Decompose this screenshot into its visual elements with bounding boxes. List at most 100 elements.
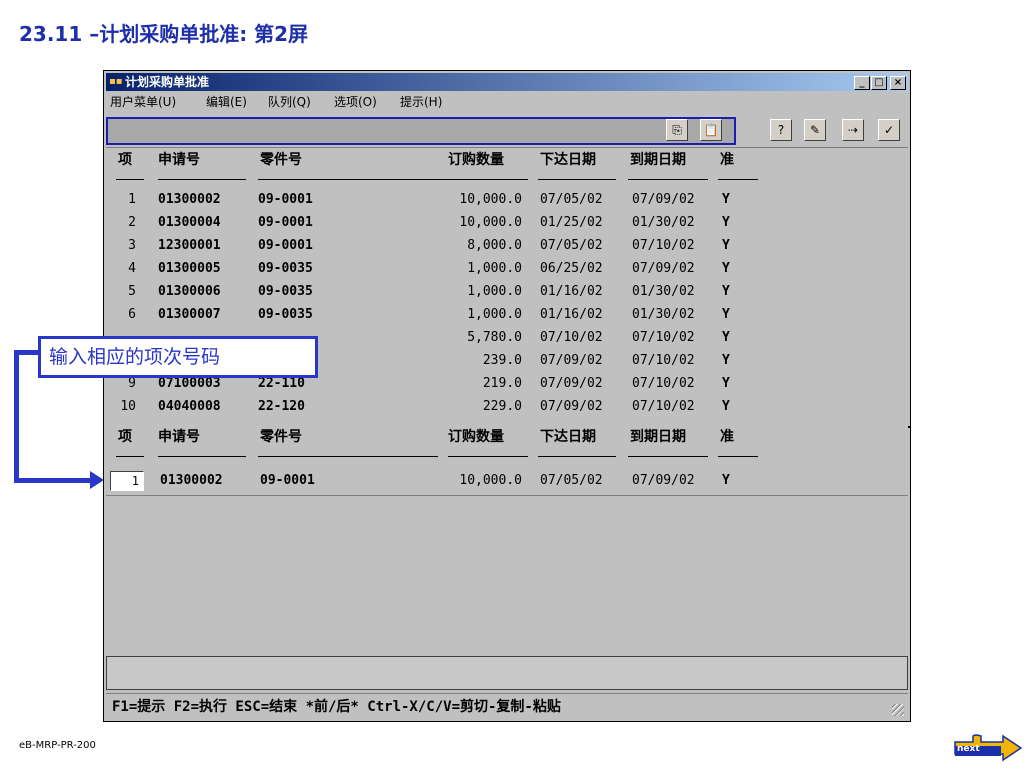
row-release-date: 01/16/02 [540,307,603,322]
table-row[interactable]: 6 01300007 09-0035 1,000.0 01/16/02 01/30/02 Y [106,305,906,325]
app-icon: ▪▪ [109,76,123,87]
row-approve: Y [722,353,730,368]
row-order-qty: 1,000.0 [467,307,522,322]
head-underline [116,179,144,180]
row-order-qty: 10,000.0 [459,192,522,207]
head-underline [258,456,438,457]
detail-pane: 项 申请号 零件号 订购数量 下达日期 到期日期 准 1 01300002 09… [106,426,908,494]
row-order-qty: 1,000.0 [467,261,522,276]
row-item: 4 [128,261,136,276]
row-request-no: 12300001 [158,238,221,253]
detail-col-approve: 准 [720,429,734,445]
col-due-date: 到期日期 [630,152,686,168]
table-row[interactable]: 3 12300001 09-0001 8,000.0 07/05/02 07/10/02 Y [106,236,906,256]
menu-queue[interactable]: 队列(Q) [268,93,311,111]
row-due-date: 01/30/02 [632,307,695,322]
row-order-qty: 8,000.0 [467,238,522,253]
window-titlebar[interactable]: ▪▪ 计划采购单批准 _ □ × [106,73,908,91]
row-release-date: 01/25/02 [540,215,603,230]
row-approve: Y [722,261,730,276]
row-part-no: 22-110 [258,376,305,391]
table-row[interactable]: 10 04040008 22-120 229.0 07/09/02 07/10/02 Y [106,397,906,417]
paste-icon[interactable]: 📋 [700,119,722,141]
row-approve: Y [722,399,730,414]
callout-connector [14,478,92,483]
row-part-no: 09-0035 [258,307,313,322]
head-underline [628,456,708,457]
lower-pane [106,495,908,656]
col-order-qty: 订购数量 [448,152,504,168]
row-due-date: 07/10/02 [632,353,695,368]
table-row[interactable]: 4 01300005 09-0035 1,000.0 06/25/02 07/09/02 Y [106,259,906,279]
item-number-input[interactable]: 1 [110,471,144,491]
col-request-no: 申请号 [158,152,200,168]
export-icon[interactable]: ⇢ [842,119,864,141]
detail-col-order-qty: 订购数量 [448,429,504,445]
detail-col-item: 项 [118,429,132,445]
row-item: 3 [128,238,136,253]
row-due-date: 07/09/02 [632,261,695,276]
edit-query-icon[interactable]: ✎ [804,119,826,141]
help-query-icon[interactable]: ? [770,119,792,141]
head-underline [448,179,528,180]
col-part-no: 零件号 [260,152,302,168]
row-due-date: 01/30/02 [632,284,695,299]
row-part-no: 09-0035 [258,284,313,299]
menu-help[interactable]: 提示(H) [400,93,442,111]
row-release-date: 07/10/02 [540,330,603,345]
row-part-no: 09-0001 [258,238,313,253]
row-request-no: 01300007 [158,307,221,322]
status-text: F1=提示 F2=执行 ESC=结束 *前/后* Ctrl-X/C/V=剪切-复… [112,699,561,715]
maximize-button[interactable]: □ [871,76,887,90]
row-request-no: 01300002 [158,192,221,207]
row-release-date: 01/16/02 [540,284,603,299]
menu-user[interactable]: 用户菜单(U) [110,93,176,111]
minimize-button[interactable]: _ [854,76,870,90]
toolbar-field [106,117,736,145]
col-approve: 准 [720,152,734,168]
row-request-no: 01300004 [158,215,221,230]
menu-edit[interactable]: 编辑(E) [206,93,247,111]
detail-col-request-no: 申请号 [158,429,200,445]
row-part-no: 09-0035 [258,261,313,276]
resize-grip[interactable] [892,704,904,716]
detail-order-qty: 10,000.0 [459,473,522,488]
head-underline [628,179,708,180]
row-part-no: 09-0001 [258,192,313,207]
detail-part-no: 09-0001 [260,473,315,488]
next-button[interactable]: next [953,732,1023,762]
table-row[interactable]: 2 01300004 09-0001 10,000.0 01/25/02 01/30/02… [106,213,906,233]
row-item: 10 [120,399,136,414]
menu-options[interactable]: 选项(O) [334,93,377,111]
table-row[interactable]: 5 01300006 09-0035 1,000.0 01/16/02 01/30/02 Y [106,282,906,302]
detail-request-no: 01300002 [160,473,223,488]
message-bar [106,656,908,690]
exit-icon[interactable]: ✓ [878,119,900,141]
row-release-date: 07/05/02 [540,238,603,253]
head-underline [538,179,616,180]
row-due-date: 07/09/02 [632,192,695,207]
row-due-date: 07/10/02 [632,376,695,391]
head-underline [116,456,144,457]
row-release-date: 07/09/02 [540,376,603,391]
table-row[interactable]: 1 01300002 09-0001 10,000.0 07/05/02 07/09/02… [106,190,906,210]
row-due-date: 07/10/02 [632,330,695,345]
slide-title: 23.11 –计划采购单批准: 第2屏 [19,22,309,46]
callout-box: 输入相应的项次号码 [38,336,318,378]
row-part-no: 22-120 [258,399,305,414]
row-part-no: 09-0001 [258,215,313,230]
row-approve: Y [722,238,730,253]
row-request-no: 01300005 [158,261,221,276]
row-release-date: 07/05/02 [540,192,603,207]
row-item: 1 [128,192,136,207]
head-underline [448,456,528,457]
row-due-date: 07/10/02 [632,399,695,414]
toolbar: ⎘ 📋 ? ✎ ⇢ ✓ [104,115,910,145]
callout-connector [14,350,40,355]
row-order-qty: 5,780.0 [467,330,522,345]
row-order-qty: 219.0 [482,376,522,391]
head-underline [158,179,246,180]
row-due-date: 01/30/02 [632,215,695,230]
copy-icon[interactable]: ⎘ [666,119,688,141]
close-button[interactable]: × [890,76,906,90]
